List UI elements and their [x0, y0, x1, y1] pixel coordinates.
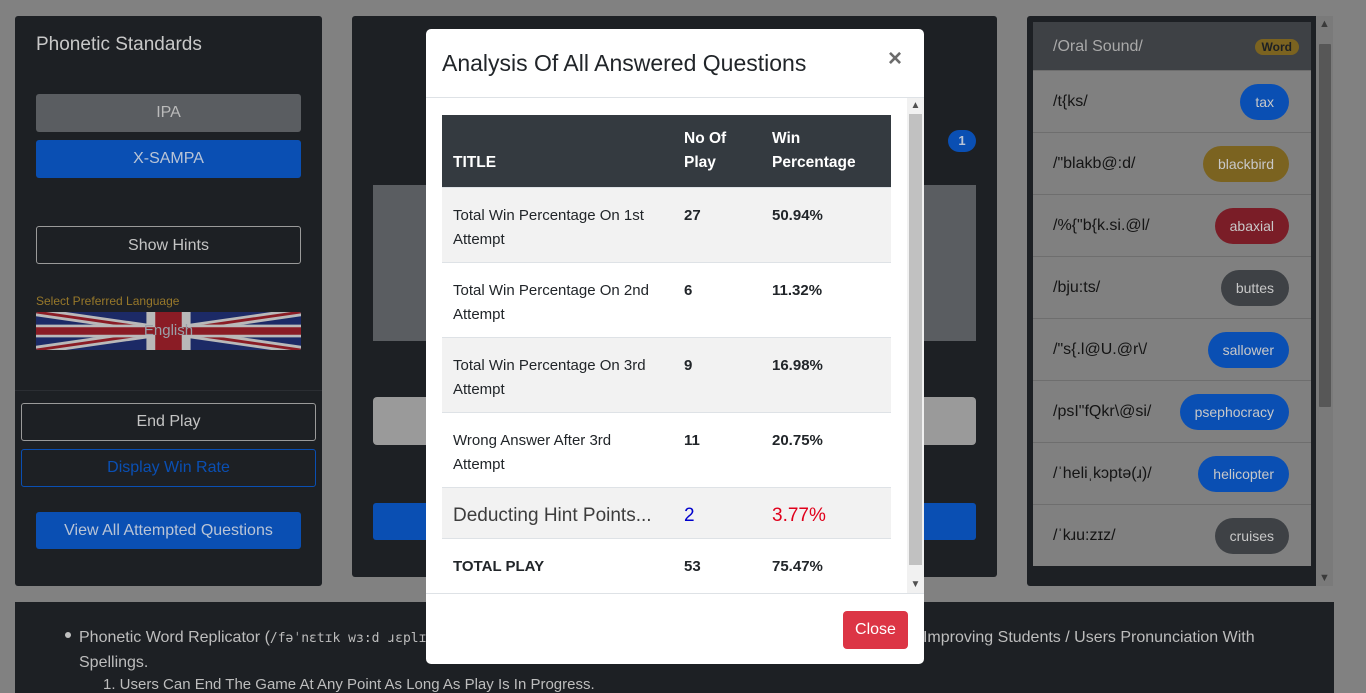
hint-plays: 2 — [673, 487, 761, 539]
word-list-item: /psI"fQkr\@si/psephocracy — [1033, 380, 1311, 442]
total-percentage: 75.47% — [761, 538, 891, 589]
total-title: TOTAL PLAY — [442, 538, 673, 589]
row-title: Total Win Percentage On 1st Attempt — [442, 187, 673, 263]
hint-percentage: 3.77% — [761, 487, 891, 539]
word-sound: /ˈkɹu:zɪz/ — [1053, 527, 1116, 544]
word-list-header: /Oral Sound/ Word — [1033, 22, 1311, 70]
word-list-item: /"blakb@:d/blackbird — [1033, 132, 1311, 194]
display-win-rate-button[interactable]: Display Win Rate — [21, 449, 316, 487]
word-pill[interactable]: cruises — [1214, 518, 1289, 554]
word-sound: /%{"b{k.si.@l/ — [1053, 217, 1150, 234]
word-list-item: /ˈheliˌkɔptə(ɹ)/ helicopter — [1033, 442, 1311, 504]
phonetic-standards-panel: Phonetic Standards IPA X-SAMPA Show Hint… — [15, 16, 322, 586]
word-list-scroll-thumb[interactable] — [1319, 44, 1331, 407]
word-list-item: /bju:ts/buttes — [1033, 256, 1311, 318]
scroll-down-icon[interactable]: ▼ — [1316, 570, 1333, 586]
hint-title: Deducting Hint Points... — [442, 487, 673, 539]
word-list-item: /"s{.l@U.@r\/ sallower — [1033, 318, 1311, 380]
word-pill[interactable]: helicopter — [1198, 456, 1289, 492]
row-percentage: 20.75% — [761, 412, 891, 488]
header-sound: /Oral Sound/ — [1053, 38, 1143, 55]
end-play-button[interactable]: End Play — [21, 403, 316, 441]
row-plays: 27 — [673, 187, 761, 263]
close-icon[interactable]: × — [888, 45, 902, 73]
view-all-attempted-button[interactable]: View All Attempted Questions — [36, 512, 301, 549]
word-sound: /"blakb@:d/ — [1053, 155, 1136, 172]
total-row: TOTAL PLAY 53 75.47% — [442, 538, 891, 589]
word-sound: /psI"fQkr\@si/ — [1053, 403, 1152, 420]
modal-header: Analysis Of All Answered Questions × — [426, 29, 924, 98]
row-title: Total Win Percentage On 2nd Attempt — [442, 262, 673, 338]
word-list-panel: /Oral Sound/ Word /t{ks/tax/"blakb@:d/bl… — [1027, 16, 1333, 586]
word-pill[interactable]: buttes — [1220, 270, 1289, 306]
modal-footer: Close — [426, 593, 924, 664]
description-ipa: /fəˈnɛtɪk wɜ:d ɹɛplɪ — [269, 631, 427, 646]
word-list-item: /t{ks/tax — [1033, 70, 1311, 132]
show-hints-button[interactable]: Show Hints — [36, 226, 301, 264]
modal-scroll-thumb[interactable] — [909, 114, 922, 565]
hint-deduction-row: Deducting Hint Points... 2 3.77% — [442, 487, 891, 539]
analysis-modal: Analysis Of All Answered Questions × TIT… — [426, 29, 924, 664]
header-word-tag: Word — [1254, 39, 1299, 55]
modal-title: Analysis Of All Answered Questions — [442, 50, 807, 76]
row-percentage: 11.32% — [761, 262, 891, 338]
row-plays: 6 — [673, 262, 761, 338]
header-title: TITLE — [442, 115, 673, 188]
table-row: Wrong Answer After 3rd Attempt 11 20.75% — [442, 412, 891, 488]
language-label: Select Preferred Language — [36, 294, 180, 308]
question-count-badge: 1 — [948, 130, 976, 152]
header-plays: No Of Play — [673, 115, 761, 188]
stats-table: TITLE No Of Play Win Percentage Total Wi… — [442, 115, 891, 589]
word-pill[interactable]: psephocracy — [1179, 394, 1289, 430]
divider — [15, 390, 322, 391]
panel-title: Phonetic Standards — [36, 34, 202, 55]
row-percentage: 16.98% — [761, 337, 891, 413]
row-percentage: 50.94% — [761, 187, 891, 263]
description-lead: Phonetic Word Replicator ( — [79, 629, 270, 646]
language-select[interactable]: English — [36, 312, 301, 350]
word-pill[interactable]: sallower — [1207, 332, 1289, 368]
description-sub-item: 1. Users Can End The Game At Any Point A… — [103, 676, 595, 693]
word-sound: /"s{.l@U.@r\/ — [1053, 341, 1148, 358]
row-title: Total Win Percentage On 3rd Attempt — [442, 337, 673, 413]
modal-scroll-up-icon[interactable]: ▲ — [907, 98, 924, 114]
table-header-row: TITLE No Of Play Win Percentage — [442, 115, 891, 188]
xsampa-button[interactable]: X-SAMPA — [36, 140, 301, 178]
table-row: Total Win Percentage On 1st Attempt 27 5… — [442, 187, 891, 263]
row-plays: 11 — [673, 412, 761, 488]
word-sound: /ˈheliˌkɔptə(ɹ)/ — [1053, 465, 1152, 482]
word-pill[interactable]: tax — [1240, 84, 1289, 120]
language-value: English — [143, 322, 194, 339]
total-plays: 53 — [673, 538, 761, 589]
word-pill[interactable]: abaxial — [1214, 208, 1289, 244]
table-row: Total Win Percentage On 3rd Attempt 9 16… — [442, 337, 891, 413]
header-percentage: Win Percentage — [761, 115, 891, 188]
word-list: /Oral Sound/ Word /t{ks/tax/"blakb@:d/bl… — [1033, 22, 1311, 566]
ipa-button[interactable]: IPA — [36, 94, 301, 132]
row-plays: 9 — [673, 337, 761, 413]
modal-body: TITLE No Of Play Win Percentage Total Wi… — [426, 98, 924, 593]
word-sound: /bju:ts/ — [1053, 279, 1101, 296]
modal-scroll-down-icon[interactable]: ▼ — [907, 577, 924, 593]
scroll-up-icon[interactable]: ▲ — [1316, 16, 1333, 32]
bullet-icon — [65, 632, 71, 638]
row-title: Wrong Answer After 3rd Attempt — [442, 412, 673, 488]
word-list-item: /ˈkɹu:zɪz/cruises — [1033, 504, 1311, 566]
word-list-item: /%{"b{k.si.@l/abaxial — [1033, 194, 1311, 256]
table-row: Total Win Percentage On 2nd Attempt 6 11… — [442, 262, 891, 338]
word-pill[interactable]: blackbird — [1202, 146, 1289, 182]
word-sound: /t{ks/ — [1053, 93, 1088, 110]
close-button[interactable]: Close — [843, 611, 908, 649]
